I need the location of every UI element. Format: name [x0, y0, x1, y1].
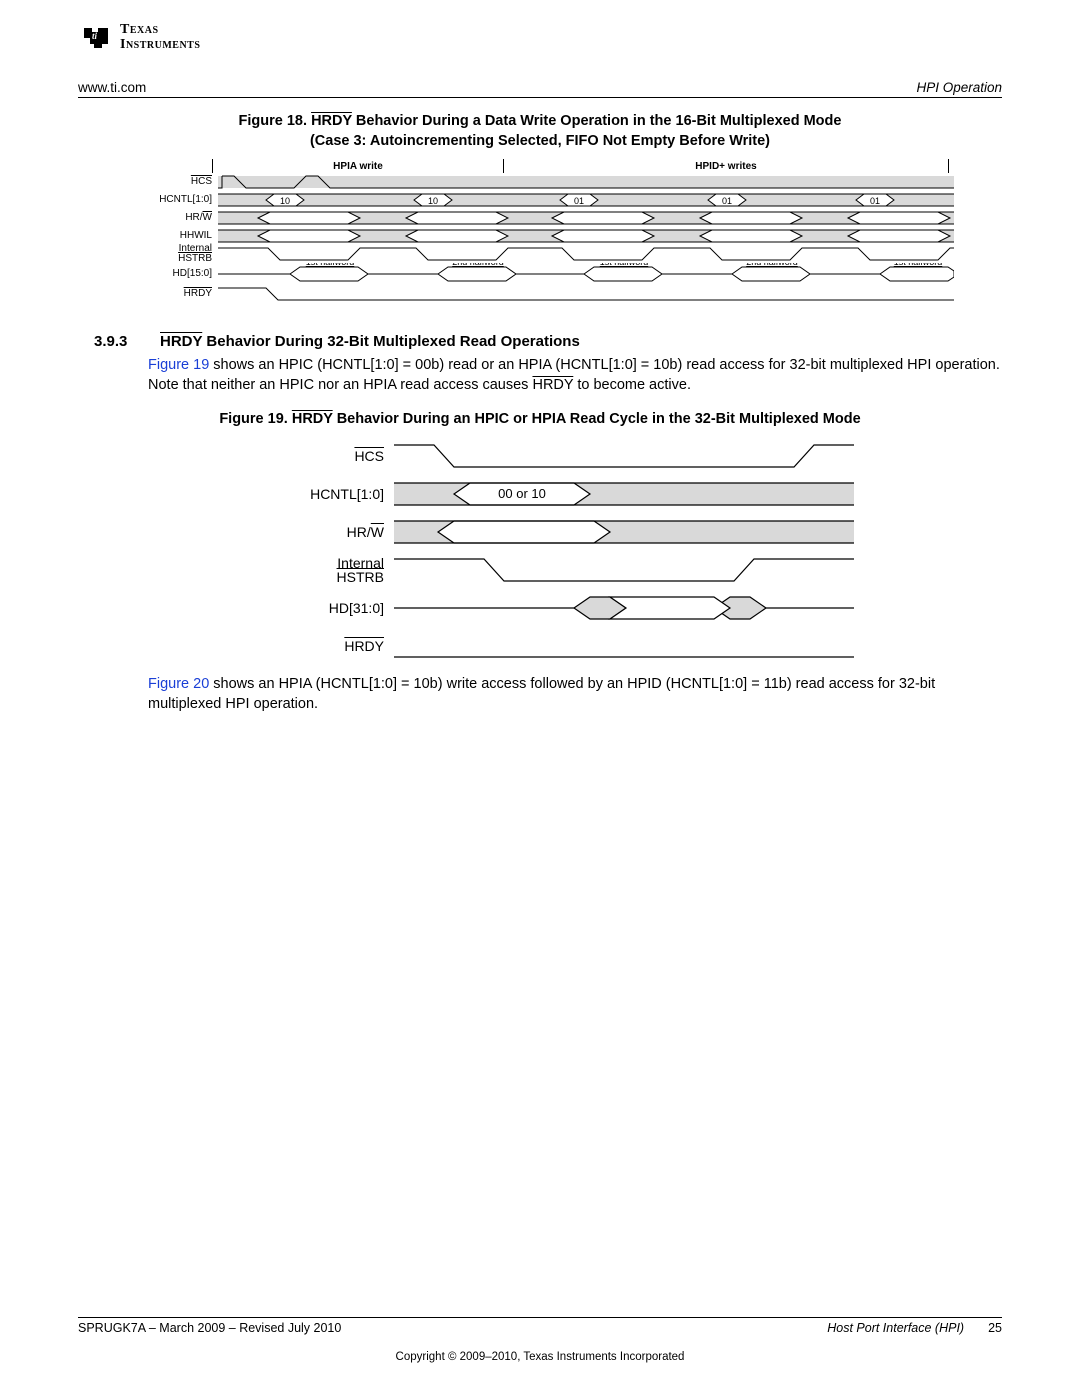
- logo-text-2: Instruments: [120, 38, 200, 53]
- svg-text:01: 01: [574, 196, 584, 206]
- section-hrdy: HRDY: [160, 333, 202, 350]
- svg-text:01: 01: [870, 196, 880, 206]
- fig19-label-hd: HD[31:0]: [288, 601, 394, 616]
- page-footer: SPRUGK7A – March 2009 – Revised July 201…: [78, 1317, 1002, 1335]
- fig19-label-hstrb: HSTRB: [337, 569, 384, 585]
- section-heading: 3.9.3 HRDY Behavior During 32-Bit Multip…: [78, 333, 1002, 350]
- fig19-rest: Behavior During an HPIC or HPIA Read Cyc…: [333, 411, 861, 427]
- section-number: 3.9.3: [94, 333, 160, 350]
- fig19-label-hcs: HCS: [354, 448, 384, 464]
- header-section: HPI Operation: [916, 80, 1002, 95]
- para1-hrdy: HRDY: [532, 377, 573, 393]
- fig19-hrdy-wave: [394, 631, 854, 661]
- fig19-hcntl-wave: 00 or 10: [394, 479, 854, 509]
- svg-text:2nd halfword: 2nd halfword: [452, 263, 504, 267]
- fig18-hd-wave: 1st halfword 2nd halfword 1st halfword 2…: [218, 263, 954, 285]
- fig18-label-hhwil: HHWIL: [138, 231, 218, 241]
- fig18-hrdy: HRDY: [311, 113, 352, 129]
- fig18-rest: Behavior During a Data Write Operation i…: [352, 113, 842, 129]
- svg-text:10: 10: [428, 196, 438, 206]
- figure-19-link[interactable]: Figure 19: [148, 357, 209, 373]
- figure-19-diagram: HCS HCNTL[1:0] 00 or 10 HR/W: [288, 437, 1002, 665]
- fig18-label-hd: HD[15:0]: [138, 269, 218, 279]
- footer-page-number: 25: [988, 1321, 1002, 1335]
- fig18-hcntl-wave: 10 10 01 01 01: [218, 192, 954, 208]
- fig18-phase-1: HPIA write: [213, 159, 503, 173]
- section-title-rest: Behavior During 32-Bit Multiplexed Read …: [202, 333, 580, 350]
- svg-text:10: 10: [280, 196, 290, 206]
- para2-text: shows an HPIA (HCNTL[1:0] = 10b) write a…: [148, 676, 935, 712]
- fig18-label-hstrb: HSTRB: [178, 253, 212, 264]
- figure-20-link[interactable]: Figure 20: [148, 676, 209, 692]
- header-url[interactable]: www.ti.com: [78, 80, 146, 95]
- fig18-phase-2: HPID+ writes: [504, 159, 948, 173]
- paragraph-1: Figure 19 shows an HPIC (HCNTL[1:0] = 00…: [148, 356, 1002, 395]
- svg-text:2nd halfword: 2nd halfword: [746, 263, 798, 267]
- figure-18-diagram: HPIA write HPID+ writes HCS HCNTL[1:0]: [138, 159, 1002, 303]
- fig19-hcs-wave: [394, 441, 854, 471]
- fig18-label-hrw: HR/W: [185, 212, 212, 223]
- footer-copyright: Copyright © 2009–2010, Texas Instruments…: [0, 1351, 1080, 1363]
- fig18-label-hcntl: HCNTL[1:0]: [138, 195, 218, 205]
- fig18-hrw-wave: [218, 210, 954, 226]
- fig19-prefix: Figure 19.: [219, 411, 292, 427]
- fig18-hstrb-wave: [218, 246, 954, 262]
- figure-19-caption: Figure 19. HRDY Behavior During an HPIC …: [78, 411, 1002, 427]
- fig18-label-hrdy: HRDY: [184, 288, 212, 299]
- page-header: www.ti.com HPI Operation: [78, 80, 1002, 98]
- svg-text:1st halfword: 1st halfword: [306, 263, 355, 267]
- svg-text:1st halfword: 1st halfword: [600, 263, 649, 267]
- fig19-hrw-wave: [394, 517, 854, 547]
- figure-18-caption: Figure 18. HRDY Behavior During a Data W…: [78, 112, 1002, 151]
- paragraph-2: Figure 20 shows an HPIA (HCNTL[1:0] = 10…: [148, 675, 1002, 714]
- para1-text2: to become active.: [573, 377, 691, 393]
- svg-text:01: 01: [722, 196, 732, 206]
- fig19-hrdy: HRDY: [292, 411, 333, 427]
- fig18-hcs-wave: [218, 174, 954, 190]
- fig18-hhwil-wave: [218, 228, 954, 244]
- ti-chip-icon: ti: [78, 20, 114, 56]
- fig18-prefix: Figure 18.: [239, 113, 312, 129]
- page: ti Texas Instruments www.ti.com HPI Oper…: [0, 0, 1080, 1397]
- fig19-label-hrw: HR/W: [347, 524, 384, 540]
- company-logo: ti Texas Instruments: [78, 20, 1002, 56]
- fig18-hrdy-wave: [218, 286, 954, 302]
- fig19-label-hrdy: HRDY: [344, 638, 384, 654]
- fig18-subtitle: (Case 3: Autoincrementing Selected, FIFO…: [310, 133, 770, 149]
- svg-text:ti: ti: [92, 31, 98, 41]
- svg-text:1st halfword: 1st halfword: [894, 263, 943, 267]
- footer-title: Host Port Interface (HPI): [827, 1321, 964, 1335]
- fig19-hd-wave: [394, 593, 854, 623]
- svg-text:00 or 10: 00 or 10: [498, 486, 546, 501]
- logo-text-1: Texas: [120, 23, 200, 38]
- footer-docid: SPRUGK7A – March 2009 – Revised July 201…: [78, 1321, 341, 1335]
- fig18-label-hcs: HCS: [191, 176, 212, 187]
- fig19-hstrb-wave: [394, 555, 854, 585]
- fig19-label-hcntl: HCNTL[1:0]: [288, 487, 394, 502]
